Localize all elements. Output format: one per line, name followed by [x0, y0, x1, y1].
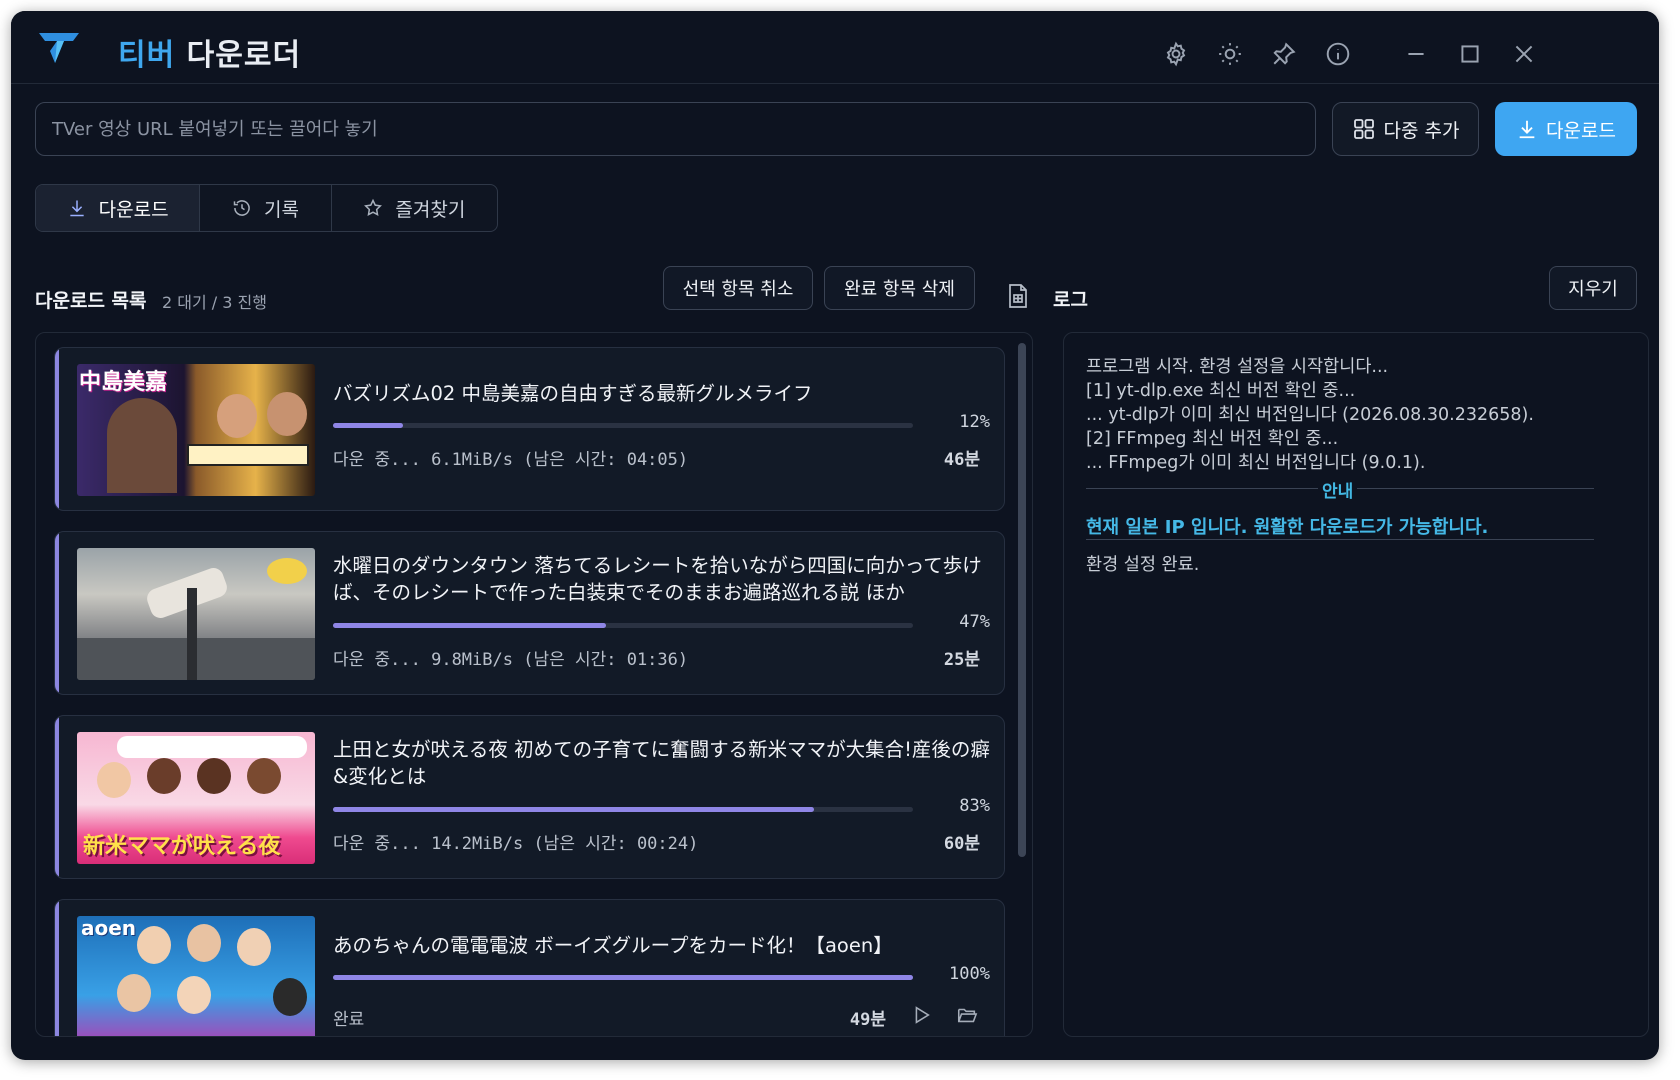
title-bar: 티버 다운로더 [11, 11, 1659, 84]
download-item[interactable]: 水曜日のダウンタウン 落ちてるレシートを拾いながら四国に向かって歩けば、そのレシ… [54, 531, 1005, 695]
gear-icon[interactable] [1161, 39, 1191, 69]
log-line: ... yt-dlp가 이미 최신 버전입니다 (2026.08.30.2326… [1086, 405, 1534, 425]
download-icon [70, 200, 84, 217]
download-list-count: 2 대기 / 3 진행 [162, 293, 267, 312]
progress-bar [333, 975, 913, 980]
download-status: 다운 중... 14.2MiB/s (남은 시간: 00:24) [333, 834, 699, 854]
download-status: 완료 [333, 1010, 365, 1030]
video-thumbnail: 中島美嘉 [77, 364, 315, 496]
pin-icon[interactable] [1269, 39, 1299, 69]
scrollbar[interactable] [1018, 343, 1026, 857]
video-title: 水曜日のダウンタウン 落ちてるレシートを拾いながら四国に向かって歩けば、そのレシ… [333, 554, 982, 604]
video-thumbnail: aoen [77, 916, 315, 1036]
minimize-icon[interactable] [1401, 39, 1431, 69]
app-window: 티버 다운로더 다중 추가 다운로드 [11, 11, 1659, 1060]
video-title: 上田と女が吠える夜 初めての子育てに奮闘する新米ママが大集合!産後の癖&変化とは [333, 738, 990, 788]
play-icon[interactable] [910, 1004, 932, 1030]
video-duration: 25분 [943, 650, 980, 670]
maximize-icon[interactable] [1455, 39, 1485, 69]
log-title: 로그 [1053, 289, 1088, 311]
tab-favorites-label: 즐겨찾기 [395, 198, 466, 221]
progress-percent: 12% [959, 412, 990, 432]
tab-history-label: 기록 [264, 198, 299, 221]
delete-completed-button[interactable]: 완료 항목 삭제 [824, 266, 975, 310]
download-status: 다운 중... 6.1MiB/s (남은 시간: 04:05) [333, 450, 689, 470]
video-duration: 46분 [943, 450, 980, 470]
progress-fill [333, 423, 403, 428]
video-title: あのちゃんの電電電波 ボーイズグループをカード化！【aoen】 [333, 934, 893, 957]
progress-bar [333, 807, 913, 812]
tab-download-label: 다운로드 [98, 198, 169, 221]
progress-percent: 47% [959, 612, 990, 632]
tab-history[interactable]: 기록 [200, 185, 332, 231]
main-tabs: 다운로드 기록 즐겨찾기 [35, 184, 498, 232]
video-thumbnail [77, 548, 315, 680]
app-title-suffix: 다운로더 [186, 38, 302, 73]
download-button-label: 다운로드 [1546, 119, 1616, 142]
video-thumbnail: 新米ママが吠える夜 [77, 732, 315, 864]
notice-label: 안내 [1318, 477, 1358, 502]
sun-icon[interactable] [1215, 39, 1245, 69]
log-line: [1] yt-dlp.exe 최신 버전 확인 중... [1086, 381, 1356, 401]
notice-text: 현재 일본 IP 입니다. 원활한 다운로드가 가능합니다. [1086, 517, 1489, 538]
deselect-button[interactable]: 선택 항목 취소 [663, 266, 813, 310]
video-duration: 49분 [849, 1010, 886, 1030]
progress-percent: 100% [949, 964, 990, 984]
progress-percent: 83% [959, 796, 990, 816]
download-item[interactable]: aoen あのちゃんの電電電波 ボーイズグループをカード化！【aoen】 100… [54, 899, 1005, 1036]
multi-add-label: 다중 추가 [1383, 119, 1460, 142]
progress-fill [333, 975, 913, 980]
video-duration: 60분 [943, 834, 980, 854]
progress-fill [333, 623, 606, 628]
log-panel: 프로그램 시작. 환경 설정을 시작합니다... [1] yt-dlp.exe … [1063, 332, 1649, 1037]
download-list-title: 다운로드 목록 [35, 290, 147, 312]
log-line: [2] FFmpeg 최신 버전 확인 중... [1086, 429, 1339, 449]
url-input[interactable] [35, 102, 1316, 156]
log-line: 환경 설정 완료. [1086, 555, 1200, 575]
app-title-brand: 티버 [118, 38, 176, 73]
thumbnail-caption: aoen [81, 916, 137, 940]
log-line: 프로그램 시작. 환경 설정을 시작합니다... [1086, 357, 1389, 377]
app-logo-icon [37, 29, 81, 67]
folder-open-icon[interactable] [956, 1004, 978, 1030]
video-title: バズリズム02 中島美嘉の自由すぎる最新グルメライフ [333, 382, 813, 405]
download-item[interactable]: 中島美嘉 バズリズム02 中島美嘉の自由すぎる最新グルメライフ 12% 다운 중… [54, 347, 1005, 511]
notice-divider [1086, 539, 1594, 540]
multi-add-button[interactable]: 다중 추가 [1332, 102, 1479, 156]
progress-fill [333, 807, 815, 812]
thumbnail-caption: 新米ママが吠える夜 [83, 834, 281, 859]
download-button[interactable]: 다운로드 [1495, 102, 1637, 156]
tab-favorites[interactable]: 즐겨찾기 [332, 185, 497, 231]
thumbnail-caption: 中島美嘉 [79, 370, 168, 395]
app-title: 티버 다운로더 [118, 30, 301, 74]
info-icon[interactable] [1323, 39, 1353, 69]
progress-bar [333, 423, 913, 428]
grid-icon [1353, 119, 1374, 139]
close-icon[interactable] [1509, 39, 1539, 69]
download-status: 다운 중... 9.8MiB/s (남은 시간: 01:36) [333, 650, 689, 670]
history-icon [233, 200, 250, 216]
progress-bar [333, 623, 913, 628]
star-icon [364, 198, 383, 216]
download-icon [1519, 120, 1535, 139]
clear-log-button[interactable]: 지우기 [1549, 266, 1637, 310]
log-line: ... FFmpeg가 이미 최신 버전입니다 (9.0.1). [1086, 453, 1426, 473]
download-list: 中島美嘉 バズリズム02 中島美嘉の自由すぎる最新グルメライフ 12% 다운 중… [35, 332, 1033, 1037]
download-item[interactable]: 新米ママが吠える夜 上田と女が吠える夜 初めての子育てに奮闘する新米ママが大集合… [54, 715, 1005, 879]
log-file-icon [1007, 283, 1029, 309]
tab-download[interactable]: 다운로드 [36, 185, 201, 231]
